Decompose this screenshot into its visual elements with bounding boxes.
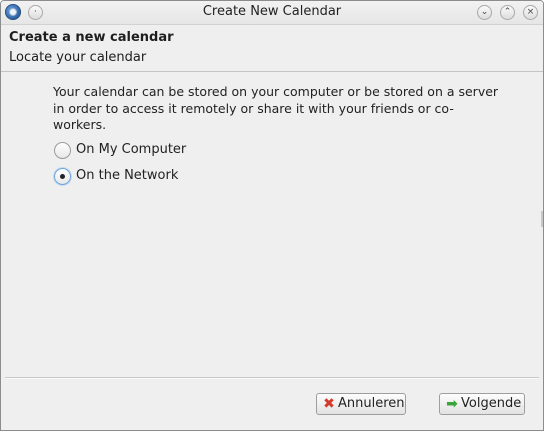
chevron-down-icon: ⌄: [480, 7, 489, 17]
cancel-button-label: Annuleren: [338, 396, 405, 411]
wizard-header: Create a new calendar Locate your calend…: [1, 25, 543, 72]
option-on-my-computer[interactable]: On My Computer: [53, 142, 193, 162]
minimize-button[interactable]: ⌄: [477, 5, 492, 20]
dialog-window: · Create New Calendar ⌄ ⌃ × Create a new…: [0, 0, 544, 431]
title-bar[interactable]: · Create New Calendar ⌄ ⌃ ×: [1, 1, 543, 25]
maximize-button[interactable]: ⌃: [500, 5, 515, 20]
page-subtitle: Locate your calendar: [9, 50, 147, 65]
radio-on-the-network[interactable]: [54, 168, 71, 185]
page-title: Create a new calendar: [9, 30, 174, 45]
radio-label-on-the-network: On the Network: [76, 168, 179, 183]
close-button[interactable]: ×: [523, 5, 538, 20]
radio-selected-dot: [60, 174, 65, 179]
arrow-right-icon: ➡: [446, 396, 458, 412]
wizard-content: Your calendar can be stored on your comp…: [1, 72, 543, 378]
radio-on-my-computer[interactable]: [54, 142, 71, 159]
next-button-label: Volgende: [461, 396, 522, 411]
option-on-the-network[interactable]: On the Network: [53, 168, 183, 188]
chevron-up-icon: ⌃: [503, 7, 512, 17]
next-button[interactable]: ➡ Volgende: [439, 393, 525, 415]
resize-grip[interactable]: [541, 211, 543, 227]
radio-label-on-my-computer: On My Computer: [76, 142, 187, 157]
cancel-button[interactable]: ✖ Annuleren: [316, 393, 406, 415]
window-title: Create New Calendar: [202, 4, 342, 19]
description-text: Your calendar can be stored on your comp…: [53, 84, 499, 132]
close-icon: ×: [526, 7, 535, 17]
cancel-icon: ✖: [323, 396, 335, 412]
footer-divider: [5, 377, 539, 379]
